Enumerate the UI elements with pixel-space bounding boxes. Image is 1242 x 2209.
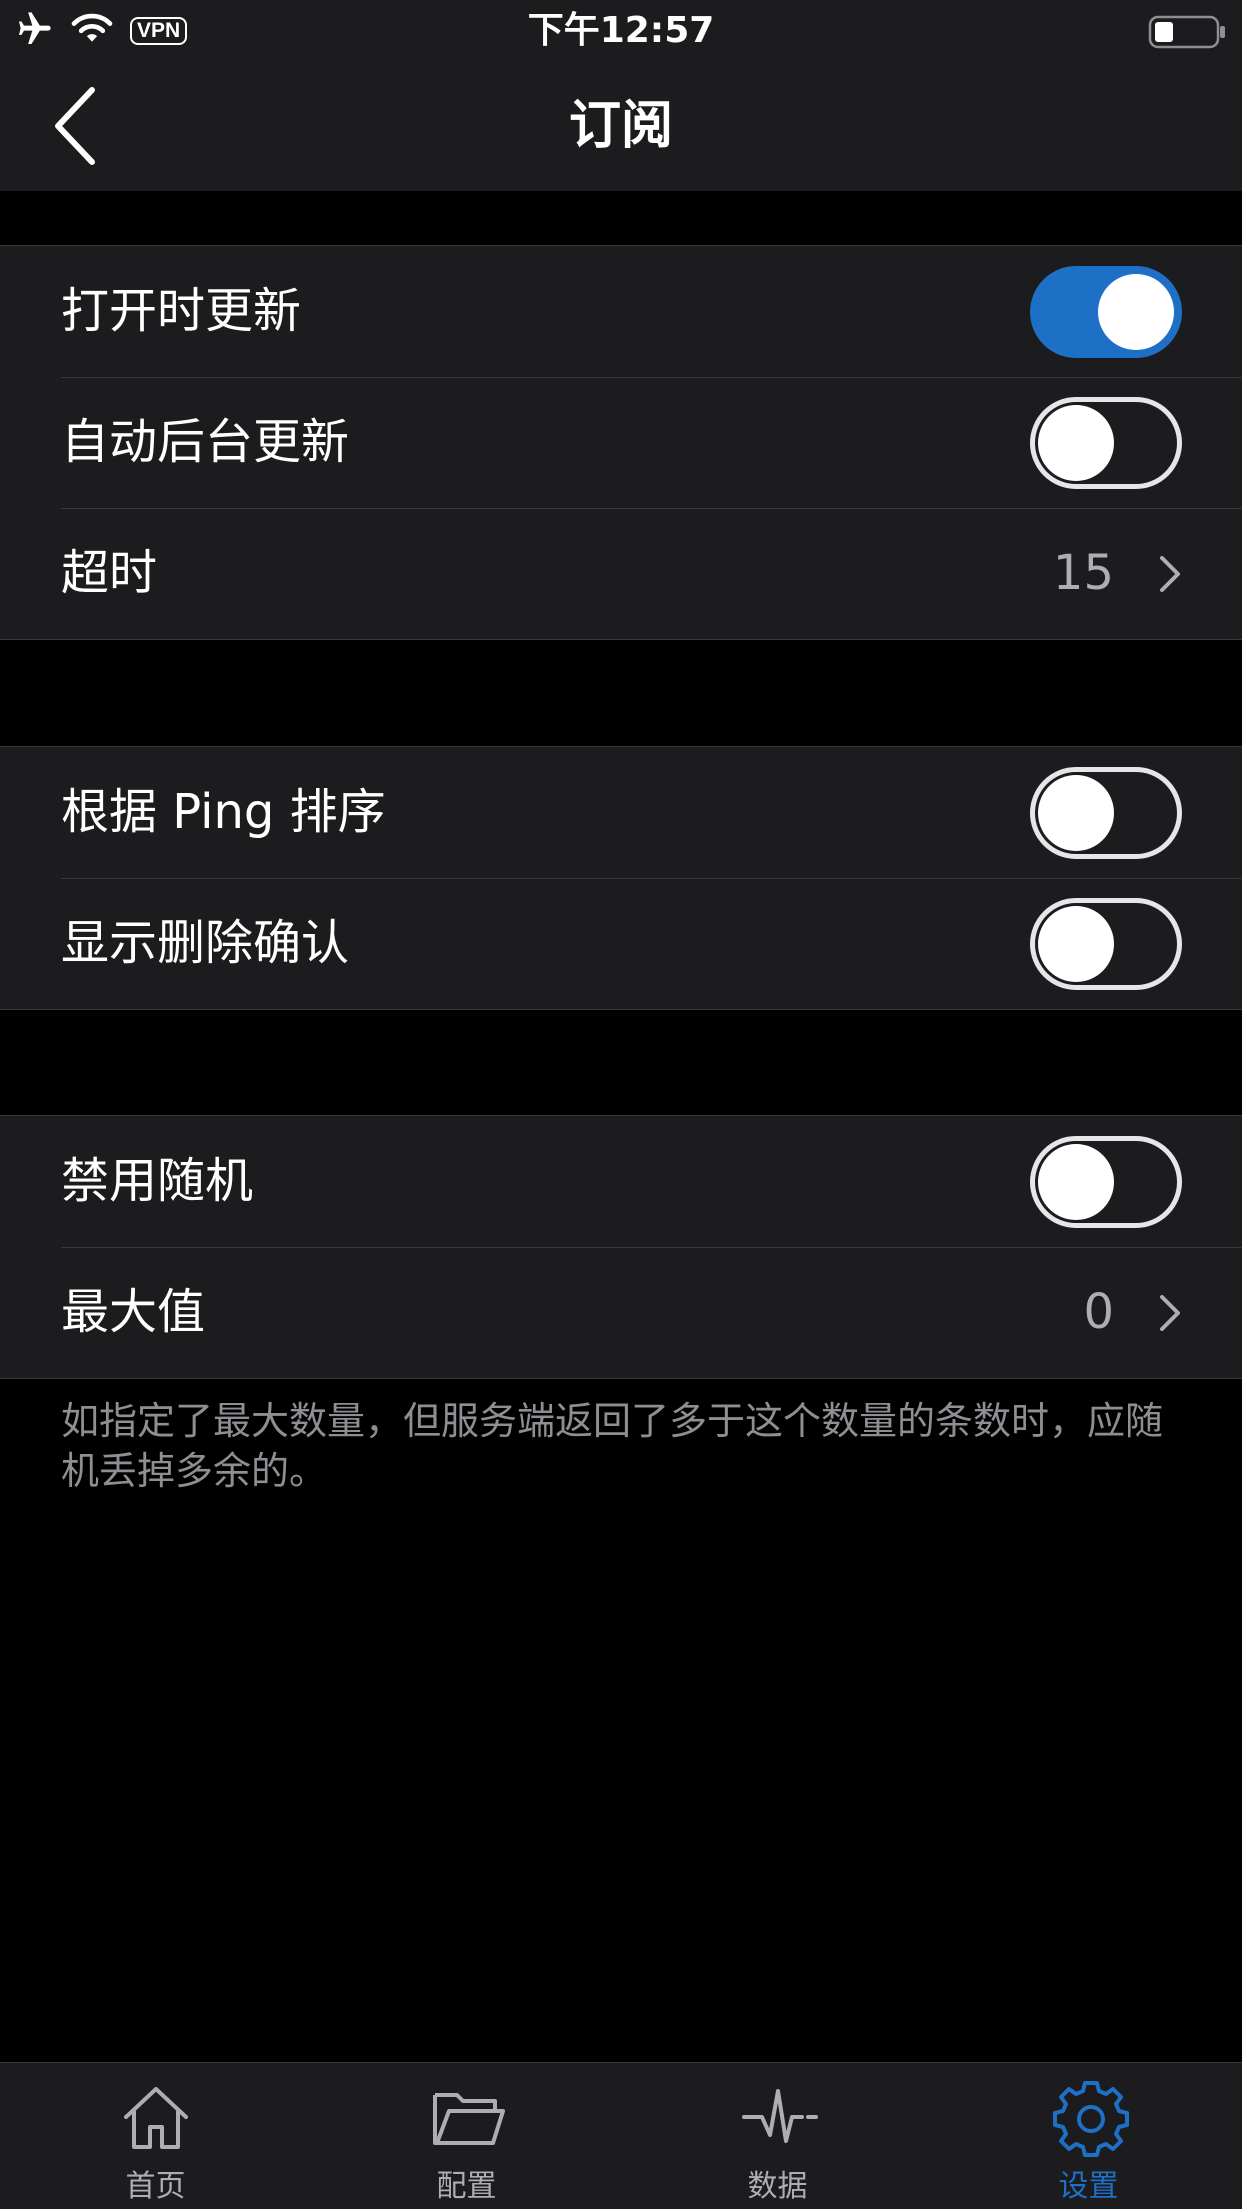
tab-data[interactable]: 数据 [622, 2063, 933, 2209]
home-icon [124, 2087, 188, 2149]
show-delete-confirm-toggle[interactable] [1030, 898, 1182, 990]
status-bar: VPN 下午12:57 [0, 0, 1242, 62]
toggle-knob [1038, 1144, 1114, 1220]
list-item-update-on-open: 打开时更新 [0, 246, 1242, 377]
toggle-knob [1038, 906, 1114, 982]
tab-settings[interactable]: 设置 [933, 2063, 1242, 2209]
row-label: 最大值 [61, 1284, 206, 1340]
auto-background-update-toggle[interactable] [1030, 397, 1182, 489]
status-time: 下午12:57 [527, 10, 715, 51]
tab-label: 数据 [747, 2169, 808, 2204]
toggle-knob [1038, 775, 1114, 851]
chevron-right-icon [1160, 556, 1180, 592]
tab-bar: 首页 配置 数据 设置 [0, 2062, 1242, 2209]
folder-icon [433, 2093, 505, 2145]
toggle-knob [1038, 405, 1114, 481]
tab-label: 配置 [436, 2169, 497, 2204]
navigation-bar: 订阅 [0, 62, 1242, 191]
row-label: 根据 Ping 排序 [61, 784, 386, 840]
tab-label: 设置 [1058, 2169, 1119, 2204]
tab-label: 首页 [125, 2169, 186, 2204]
toggle-knob [1098, 274, 1174, 350]
list-item-max-value[interactable]: 最大值 0 [0, 1247, 1242, 1378]
max-value: 0 [1083, 1284, 1114, 1340]
row-label: 超时 [61, 545, 158, 601]
page-title: 订阅 [568, 96, 673, 156]
disable-random-toggle[interactable] [1030, 1136, 1182, 1228]
chevron-right-icon [1160, 1295, 1180, 1331]
gear-icon [1053, 2081, 1129, 2157]
row-label: 禁用随机 [61, 1153, 254, 1209]
list-item-auto-background-update: 自动后台更新 [0, 377, 1242, 508]
list-item-show-delete-confirm: 显示删除确认 [0, 878, 1242, 1009]
tab-config[interactable]: 配置 [311, 2063, 622, 2209]
timeout-value: 15 [1052, 545, 1114, 601]
update-on-open-toggle[interactable] [1030, 266, 1182, 358]
group-footnote: 如指定了最大数量，但服务端返回了多于这个数量的条数时，应随机丢掉多余的。 [61, 1399, 1164, 1493]
settings-group-random: 禁用随机 最大值 0 [0, 1115, 1242, 1379]
row-label: 打开时更新 [61, 283, 302, 339]
list-item-disable-random: 禁用随机 [0, 1116, 1242, 1247]
list-item-timeout[interactable]: 超时 15 [0, 508, 1242, 639]
row-label: 自动后台更新 [61, 414, 350, 470]
tab-home[interactable]: 首页 [0, 2063, 311, 2209]
settings-group-display: 根据 Ping 排序 显示删除确认 [0, 746, 1242, 1010]
battery-icon [1148, 14, 1228, 54]
pulse-icon [742, 2089, 818, 2143]
row-label: 显示删除确认 [61, 915, 350, 971]
list-item-sort-by-ping: 根据 Ping 排序 [0, 747, 1242, 878]
settings-group-update: 打开时更新 自动后台更新 超时 15 [0, 245, 1242, 640]
sort-by-ping-toggle[interactable] [1030, 767, 1182, 859]
